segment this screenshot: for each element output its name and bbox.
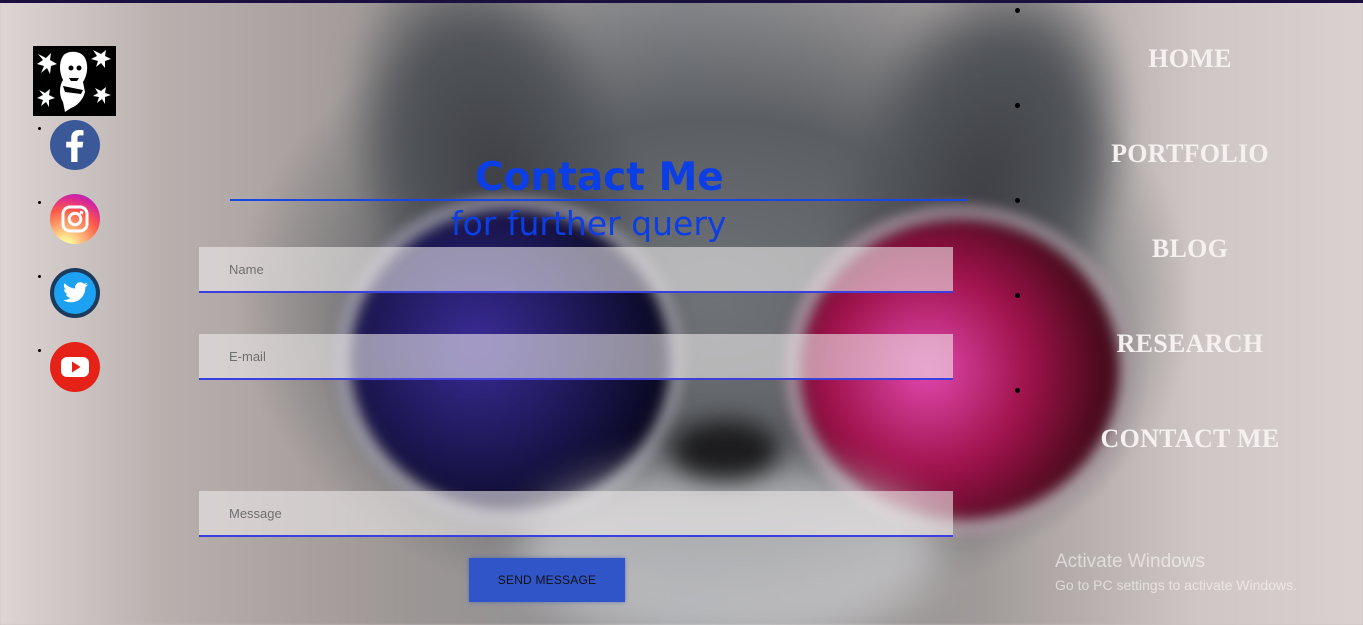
- youtube-icon[interactable]: [50, 342, 100, 392]
- nav-link-research[interactable]: RESEARCH: [1015, 329, 1363, 359]
- nav-item-research: RESEARCH: [1015, 293, 1363, 369]
- contact-subtitle: for further query: [451, 204, 727, 243]
- site-logo[interactable]: [33, 46, 116, 116]
- nav-item-blog: BLOG: [1015, 198, 1363, 274]
- nav-bullet: [1015, 8, 1020, 13]
- nav-item-home: HOME: [1015, 8, 1363, 84]
- activate-windows-watermark: Activate Windows Go to PC settings to ac…: [1055, 551, 1297, 595]
- nav-item-portfolio: PORTFOLIO: [1015, 103, 1363, 179]
- facebook-icon[interactable]: [50, 120, 100, 170]
- nav-bullet: [1015, 198, 1020, 203]
- logo-graphic: [33, 46, 116, 116]
- top-border: [0, 0, 1363, 3]
- nav-bullet: [1015, 388, 1020, 393]
- nav-bullet: [1015, 293, 1020, 298]
- email-field[interactable]: [199, 334, 953, 380]
- instagram-icon[interactable]: [50, 194, 100, 244]
- background-nose: [670, 420, 780, 480]
- name-field[interactable]: [199, 247, 953, 293]
- send-message-button[interactable]: SEND MESSAGE: [469, 558, 625, 602]
- watermark-subtitle: Go to PC settings to activate Windows.: [1055, 577, 1297, 593]
- watermark-title: Activate Windows: [1055, 551, 1205, 572]
- nav-item-contact-me: CONTACT ME: [1015, 388, 1363, 464]
- nav-link-home[interactable]: HOME: [1015, 44, 1363, 74]
- nav-bullet: [1015, 103, 1020, 108]
- nav-link-portfolio[interactable]: PORTFOLIO: [1015, 139, 1363, 169]
- title-divider: [230, 199, 967, 201]
- social-links: [30, 120, 100, 416]
- nav-link-contact-me[interactable]: CONTACT ME: [1015, 424, 1363, 454]
- message-field[interactable]: [199, 491, 953, 537]
- nav-link-blog[interactable]: BLOG: [1015, 234, 1363, 264]
- twitter-icon[interactable]: [50, 268, 100, 318]
- contact-title: Contact Me: [475, 155, 724, 200]
